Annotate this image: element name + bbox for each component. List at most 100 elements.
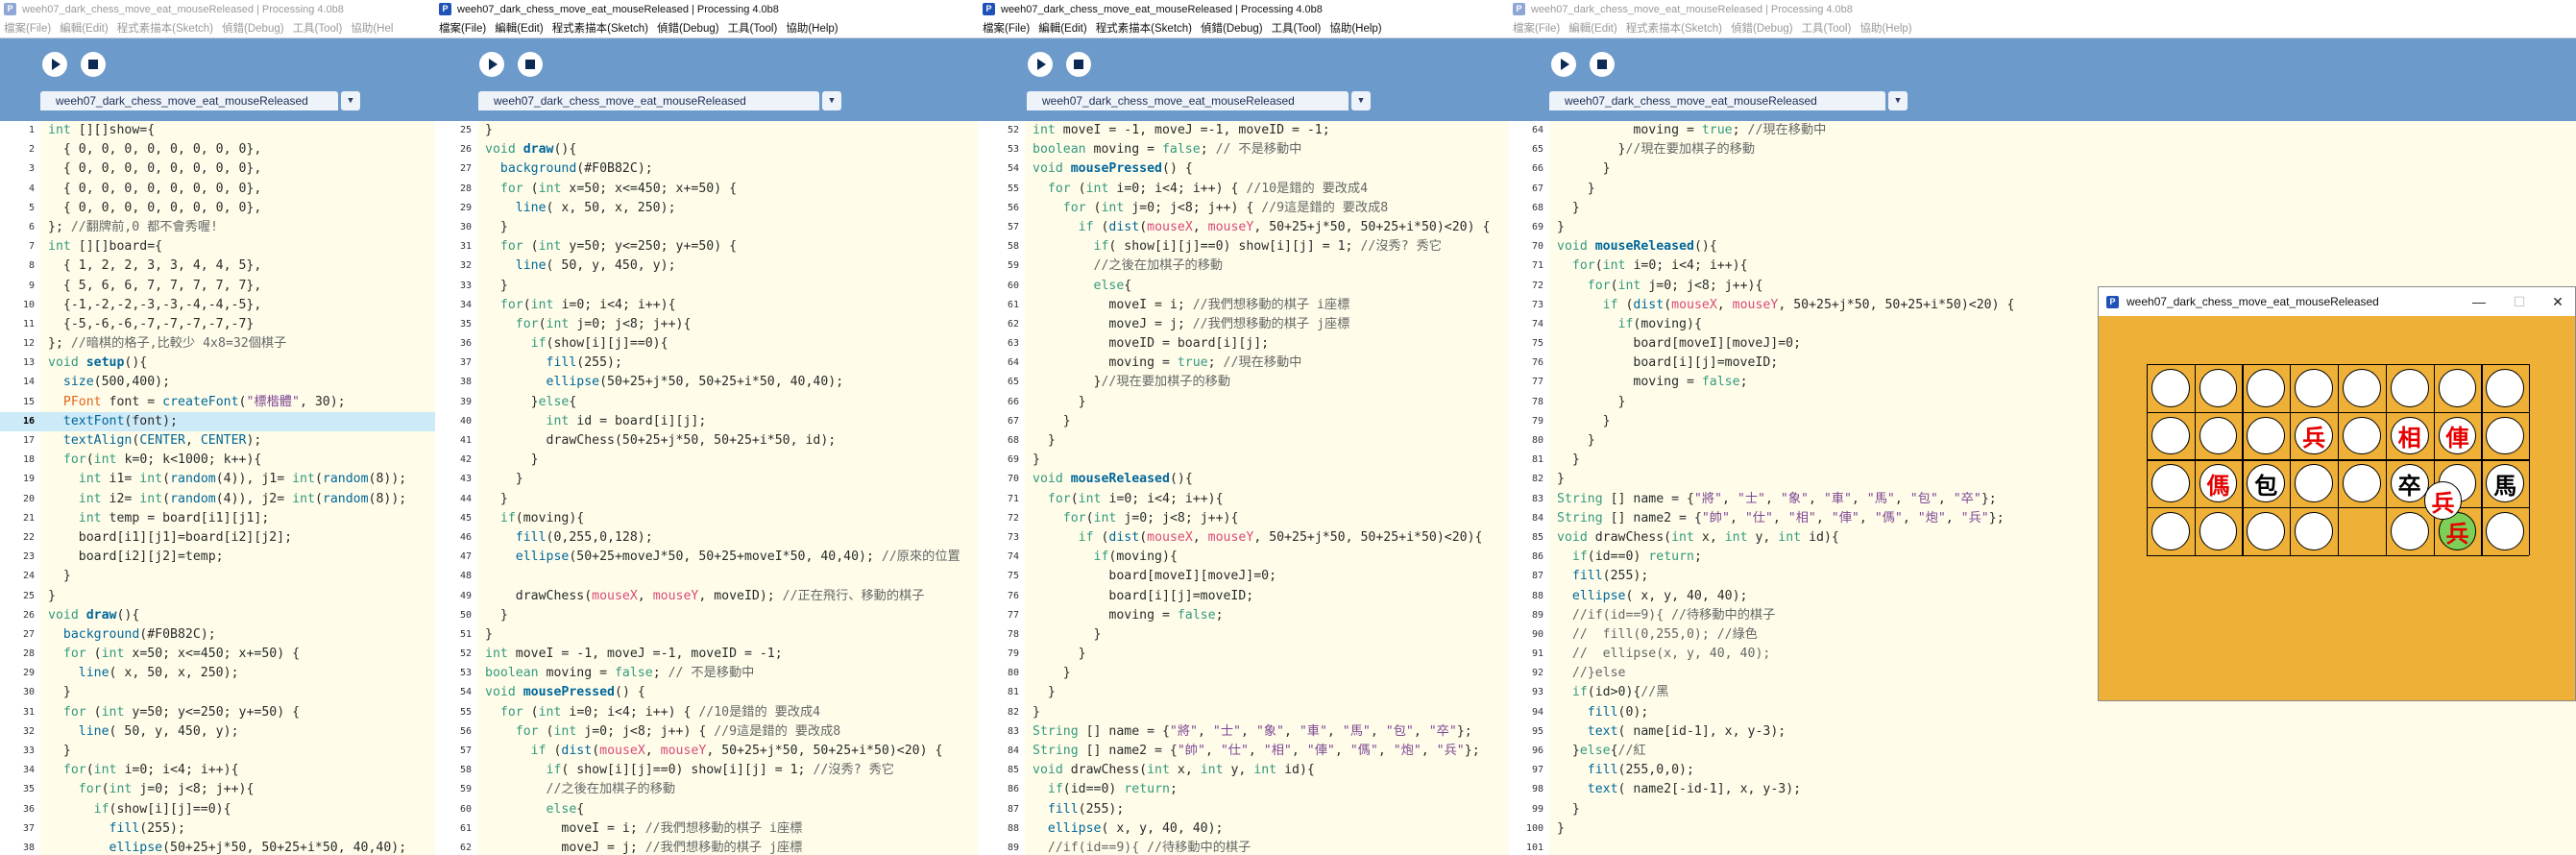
line-number: 73: [1007, 531, 1019, 543]
line-number: 61: [1007, 299, 1019, 310]
menu-item-5[interactable]: 協助(Help): [1329, 20, 1381, 36]
line-number: 36: [22, 803, 35, 815]
chess-piece[interactable]: [2199, 512, 2238, 550]
menu-item-5[interactable]: 協助(Help): [786, 20, 838, 36]
chess-piece[interactable]: [2151, 464, 2190, 503]
tab-menu-chevron-down-icon[interactable]: ▼: [1351, 91, 1371, 110]
run-button[interactable]: [42, 52, 67, 77]
tab-sketch[interactable]: weeh07_dark_chess_move_eat_mouseReleased: [1027, 91, 1349, 110]
run-button[interactable]: [1551, 52, 1576, 77]
chess-piece[interactable]: [2295, 368, 2333, 407]
chess-piece[interactable]: [2342, 464, 2381, 503]
stop-button[interactable]: [518, 52, 543, 77]
menu-item-5[interactable]: 協助(Hel: [351, 20, 393, 36]
chess-piece[interactable]: 相: [2390, 416, 2429, 455]
menu-item-1[interactable]: 編輯(Edit): [1038, 20, 1086, 36]
tab-menu-chevron-down-icon[interactable]: ▼: [822, 91, 841, 110]
chess-piece[interactable]: [2390, 512, 2429, 550]
menu-item-0[interactable]: 檔案(File): [983, 20, 1030, 36]
menu-item-5[interactable]: 協助(Help): [1859, 20, 1911, 36]
run-button[interactable]: [1028, 52, 1053, 77]
minimize-icon[interactable]: —: [2460, 287, 2498, 316]
menu-item-4[interactable]: 工具(Tool): [293, 20, 343, 36]
menu-item-2[interactable]: 程式素描本(Sketch): [1096, 20, 1192, 36]
menu-item-3[interactable]: 偵錯(Debug): [657, 20, 719, 36]
chess-piece[interactable]: [2151, 416, 2190, 455]
code-line: 54 void mousePressed() {: [435, 683, 979, 702]
menu-bar: 檔案(File) 編輯(Edit) 程式素描本(Sketch) 偵錯(Debug) 工具…: [0, 18, 435, 38]
stop-button[interactable]: [1066, 52, 1091, 77]
menu-item-4[interactable]: 工具(Tool): [728, 20, 778, 36]
menu-item-0[interactable]: 檔案(File): [1513, 20, 1560, 36]
chess-piece[interactable]: [2295, 512, 2333, 550]
chess-piece[interactable]: [2342, 416, 2381, 455]
processing-logo-icon: P: [983, 3, 995, 15]
line-number: 58: [1007, 241, 1019, 253]
stop-button[interactable]: [81, 52, 106, 77]
chess-piece[interactable]: [2390, 368, 2429, 407]
tab-sketch[interactable]: weeh07_dark_chess_move_eat_mouseReleased: [478, 91, 819, 110]
tab-menu-chevron-down-icon[interactable]: ▼: [341, 91, 360, 110]
chess-piece[interactable]: [2247, 512, 2286, 550]
window-title: weeh07_dark_chess_move_eat_mouseReleased…: [1001, 3, 1323, 15]
chess-piece[interactable]: [2151, 512, 2190, 550]
menu-item-1[interactable]: 編輯(Edit): [495, 20, 543, 36]
chess-piece[interactable]: [2151, 368, 2190, 407]
line-number: 4: [28, 183, 35, 194]
chess-piece[interactable]: [2486, 512, 2525, 550]
line-number: 65: [1007, 377, 1019, 388]
sketch-titlebar[interactable]: Pweeh07_dark_chess_move_eat_mouseRelease…: [2099, 287, 2575, 316]
code-line: 34 for(int i=0; i<4; i++){: [435, 296, 979, 315]
close-icon[interactable]: ✕: [2539, 287, 2576, 316]
chess-piece[interactable]: [2342, 368, 2381, 407]
chess-piece[interactable]: [2199, 416, 2238, 455]
code-text: for(int k=0; k<1000; k++){: [62, 452, 262, 468]
chess-piece[interactable]: 傌: [2199, 464, 2238, 503]
menu-item-2[interactable]: 程式素描本(Sketch): [552, 20, 648, 36]
menu-item-3[interactable]: 偵錯(Debug): [1731, 20, 1793, 36]
code-line: 60 else{: [979, 277, 1509, 296]
tab-menu-chevron-down-icon[interactable]: ▼: [1888, 91, 1908, 110]
chess-piece[interactable]: [2295, 464, 2333, 503]
chess-piece[interactable]: [2438, 368, 2477, 407]
chess-piece[interactable]: 兵: [2295, 416, 2333, 455]
window-titlebar[interactable]: Pweeh07_dark_chess_move_eat_mouseRelease…: [1509, 0, 2576, 18]
code-line: 9 { 5, 6, 6, 7, 7, 7, 7, 7},: [0, 277, 435, 296]
chess-piece[interactable]: 俥: [2438, 416, 2477, 455]
menu-item-2[interactable]: 程式素描本(Sketch): [1626, 20, 1722, 36]
line-number: 2: [28, 144, 35, 156]
stop-button[interactable]: [1590, 52, 1615, 77]
chess-piece[interactable]: 馬: [2486, 464, 2525, 503]
chess-piece[interactable]: [2247, 416, 2286, 455]
window-titlebar[interactable]: Pweeh07_dark_chess_move_eat_mouseRelease…: [435, 0, 979, 18]
menu-item-4[interactable]: 工具(Tool): [1802, 20, 1852, 36]
chess-piece[interactable]: [2486, 368, 2525, 407]
code-text: board[i][j]=moveID;: [1557, 355, 1779, 371]
code-text: background(#F0B82C);: [499, 161, 653, 177]
line-number: 85: [1531, 531, 1543, 543]
menu-item-4[interactable]: 工具(Tool): [1272, 20, 1322, 36]
stop-icon: [88, 60, 98, 69]
menu-item-1[interactable]: 編輯(Edit): [1568, 20, 1616, 36]
chess-piece[interactable]: 包: [2247, 464, 2286, 503]
chess-piece[interactable]: [2486, 416, 2525, 455]
code-text: //之後在加棋子的移動: [546, 782, 676, 797]
code-text: //if(id==9){ //待移動中的棋子: [1571, 607, 1776, 623]
menu-item-3[interactable]: 偵錯(Debug): [222, 20, 284, 36]
maximize-icon[interactable]: ☐: [2500, 287, 2539, 316]
window-titlebar[interactable]: Pweeh07_dark_chess_move_eat_mouseRelease…: [979, 0, 1509, 18]
tab-sketch[interactable]: weeh07_dark_chess_move_eat_mouseReleased: [1549, 91, 1885, 110]
menu-item-0[interactable]: 檔案(File): [4, 20, 51, 36]
menu-item-3[interactable]: 偵錯(Debug): [1201, 20, 1263, 36]
menu-item-1[interactable]: 編輯(Edit): [60, 20, 108, 36]
tab-sketch[interactable]: weeh07_dark_chess_move_eat_mouseReleased: [40, 91, 338, 110]
chess-piece[interactable]: 卒: [2390, 464, 2429, 503]
menu-item-0[interactable]: 檔案(File): [439, 20, 486, 36]
chess-piece[interactable]: [2199, 368, 2238, 407]
menu-item-2[interactable]: 程式素描本(Sketch): [117, 20, 213, 36]
code-line: 36 if(show[i][j]==0){: [0, 800, 435, 819]
code-text: else{: [1093, 278, 1132, 293]
chess-piece[interactable]: [2247, 368, 2286, 407]
window-titlebar[interactable]: Pweeh07_dark_chess_move_eat_mouseRelease…: [0, 0, 435, 18]
run-button[interactable]: [479, 52, 504, 77]
